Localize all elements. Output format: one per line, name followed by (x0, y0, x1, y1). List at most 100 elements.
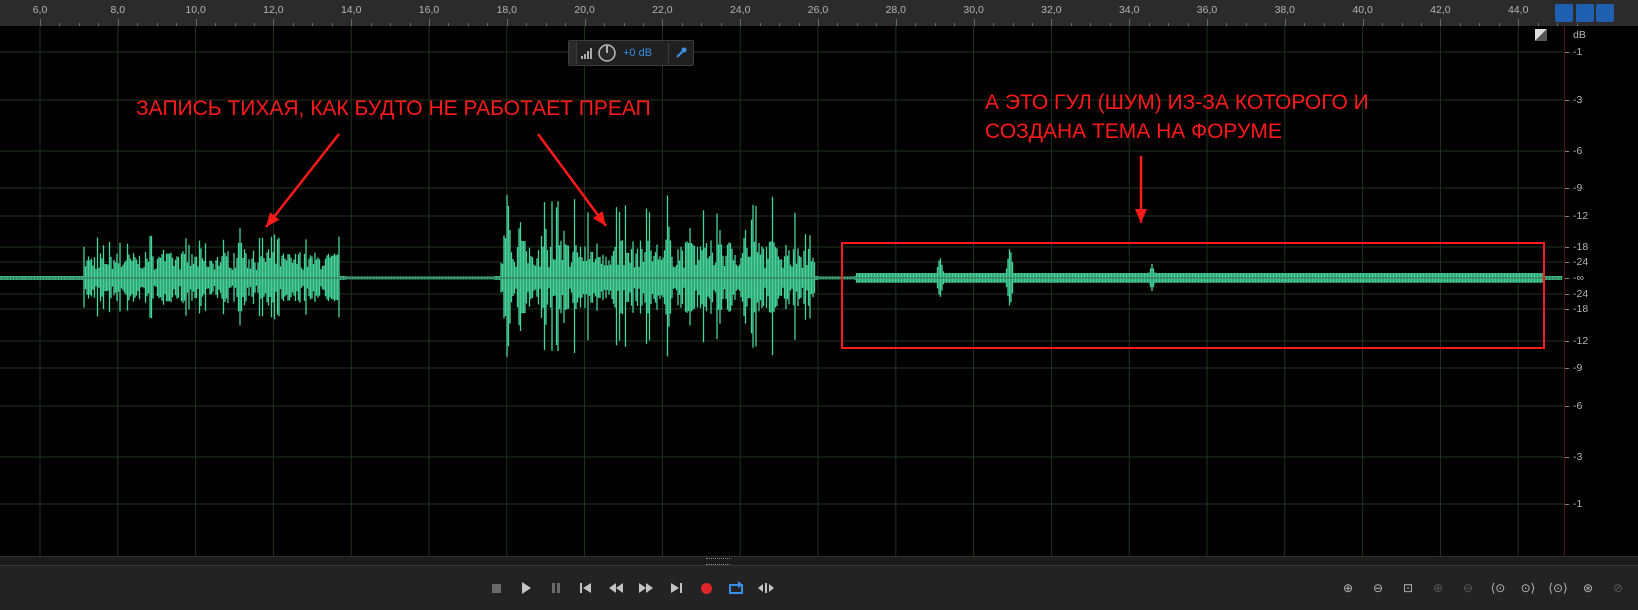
pin-icon[interactable] (1596, 4, 1614, 22)
loop-icon (729, 581, 743, 594)
db-tick-label: -1 (1573, 498, 1583, 510)
ruler-tick-label: 10,0 (185, 4, 206, 16)
zoom-full-button[interactable]: ⊛ (1576, 577, 1600, 599)
annotation-arrow-line (536, 133, 608, 227)
ruler-mark (273, 19, 275, 26)
loop-button[interactable] (724, 577, 748, 599)
zoom-out-time-icon: ⊖ (1462, 581, 1474, 595)
db-tick-mark (1565, 294, 1569, 295)
annotation-arrow-line (265, 133, 340, 228)
ruler-tick-label: 14,0 (340, 4, 362, 16)
volume-hud[interactable]: +0 dB (568, 40, 694, 66)
ruler-mark (351, 19, 353, 26)
db-tick-mark (1565, 247, 1569, 248)
zoom-out-full-button[interactable]: ⊡ (1396, 577, 1420, 599)
db-unit-label: dB (1573, 29, 1586, 41)
ruler-mark (40, 19, 41, 26)
rewind-button[interactable] (604, 577, 628, 599)
zoom-out-amplitude-button[interactable]: ⊖ (1366, 577, 1390, 599)
ruler-mark (1051, 19, 1053, 26)
db-tick-label: -6 (1573, 400, 1583, 412)
ruler-tick-label: 36,0 (1196, 4, 1218, 16)
db-tick-label: -6 (1573, 145, 1583, 157)
ruler-mark (1362, 19, 1364, 26)
zoom-in-time-icon: ⊕ (1432, 581, 1444, 595)
db-tick-label: -3 (1573, 451, 1583, 463)
zoom-in-amplitude-button[interactable]: ⊕ (1336, 577, 1360, 599)
gain-knob-icon[interactable] (597, 43, 617, 63)
pause-button[interactable] (544, 577, 568, 599)
db-tick-mark (1565, 341, 1569, 342)
zoom-out-time-button[interactable]: ⊖ (1456, 577, 1480, 599)
db-tick-mark (1565, 457, 1569, 458)
db-tick-mark (1565, 368, 1569, 369)
zoom-in-time-button[interactable]: ⊕ (1426, 577, 1450, 599)
record-icon (700, 582, 712, 594)
zoom-to-selection-icon: ⟨⊙⟩ (1548, 581, 1568, 595)
scale-toggle-icon[interactable] (1535, 29, 1547, 41)
skip-forward-icon (671, 583, 682, 593)
play-button[interactable] (514, 577, 538, 599)
ruler-tick-label: 12,0 (263, 4, 284, 16)
ruler-tick-label: 8,0 (110, 4, 126, 16)
zoom-to-selection-button[interactable]: ⟨⊙⟩ (1546, 577, 1570, 599)
db-tick-mark (1565, 406, 1569, 407)
db-tick-label: -24 (1573, 288, 1589, 300)
ruler-mark (662, 19, 664, 26)
ruler-mark (895, 19, 897, 26)
gain-value: +0 dB (623, 47, 653, 59)
zoom-out-amplitude-icon: ⊖ (1372, 581, 1384, 595)
waveform-path (0, 195, 1563, 357)
ruler-tick-label: 20,0 (574, 4, 595, 16)
ruler-mark (1207, 19, 1208, 26)
ruler-tick-label: 18,0 (496, 4, 518, 16)
zoom-full-icon: ⊛ (1582, 581, 1594, 595)
ruler-tick-label: 40,0 (1352, 4, 1373, 16)
annotation-left: ЗАПИСЬ ТИХАЯ, КАК БУДТО НЕ РАБОТАЕТ ПРЕА… (136, 97, 651, 120)
skip-selection-button[interactable] (754, 577, 778, 599)
db-tick-mark (1565, 216, 1569, 217)
zoom-reset-icon: ⊘ (1612, 581, 1624, 595)
stop-icon (491, 583, 501, 593)
zoom-to-in-point-icon: ⟨⊙ (1490, 581, 1506, 595)
ruler-mark (1284, 19, 1286, 26)
zoom-out-full-icon: ⊡ (1402, 581, 1414, 595)
db-tick-mark (1565, 100, 1569, 101)
db-tick-mark (1565, 278, 1569, 279)
zoom-in-amplitude-icon: ⊕ (1342, 581, 1354, 595)
pause-icon (552, 583, 560, 593)
scroll-grip[interactable] (706, 558, 730, 565)
hud-grip[interactable] (569, 42, 577, 64)
go-to-start-button[interactable] (574, 577, 598, 599)
ruler-mark (584, 19, 586, 26)
annotation-arrow-head (592, 211, 606, 226)
zoom-to-out-point-button[interactable]: ⊙⟩ (1516, 577, 1540, 599)
db-tick-mark (1565, 52, 1569, 53)
db-tick-label: -12 (1573, 335, 1589, 347)
stop-button[interactable] (484, 577, 508, 599)
annotation-right-line2: СОЗДАНА ТЕМА НА ФОРУМЕ (985, 120, 1282, 143)
pin-hud-icon[interactable] (672, 44, 690, 62)
db-tick-label: -12 (1573, 210, 1589, 222)
annotation-shapes (265, 133, 1545, 349)
rewind-icon (609, 583, 623, 593)
ruler-mark (117, 19, 119, 26)
playhead-marker-icon[interactable] (1555, 4, 1573, 22)
ruler-tick-label: 28,0 (885, 4, 907, 16)
waveform (0, 195, 1563, 357)
go-to-end-button[interactable] (664, 577, 688, 599)
db-tick-mark (1565, 188, 1569, 189)
ruler-tick-label: 42,0 (1430, 4, 1451, 16)
fast-forward-button[interactable] (634, 577, 658, 599)
ruler-tick-label: 16,0 (418, 4, 440, 16)
time-ruler[interactable]: 6,0 8,0 10,0 12,0 14,0 16,0 18,0 20,0 22,0 24,0 26… (0, 0, 1638, 27)
snap-icon[interactable] (1576, 4, 1594, 22)
db-tick-label: -9 (1573, 362, 1583, 374)
zoom-reset-button[interactable]: ⊘ (1606, 577, 1630, 599)
ruler-mark (973, 19, 975, 26)
level-meter-icon (581, 48, 592, 59)
ruler-tick-label: 24,0 (729, 4, 751, 16)
transport-bar: ⊕ ⊖ ⊡ ⊕ ⊖ ⟨⊙ ⊙⟩ ⟨⊙⟩ ⊛ ⊘ (0, 565, 1638, 610)
record-button[interactable] (694, 577, 718, 599)
zoom-to-in-point-button[interactable]: ⟨⊙ (1486, 577, 1510, 599)
